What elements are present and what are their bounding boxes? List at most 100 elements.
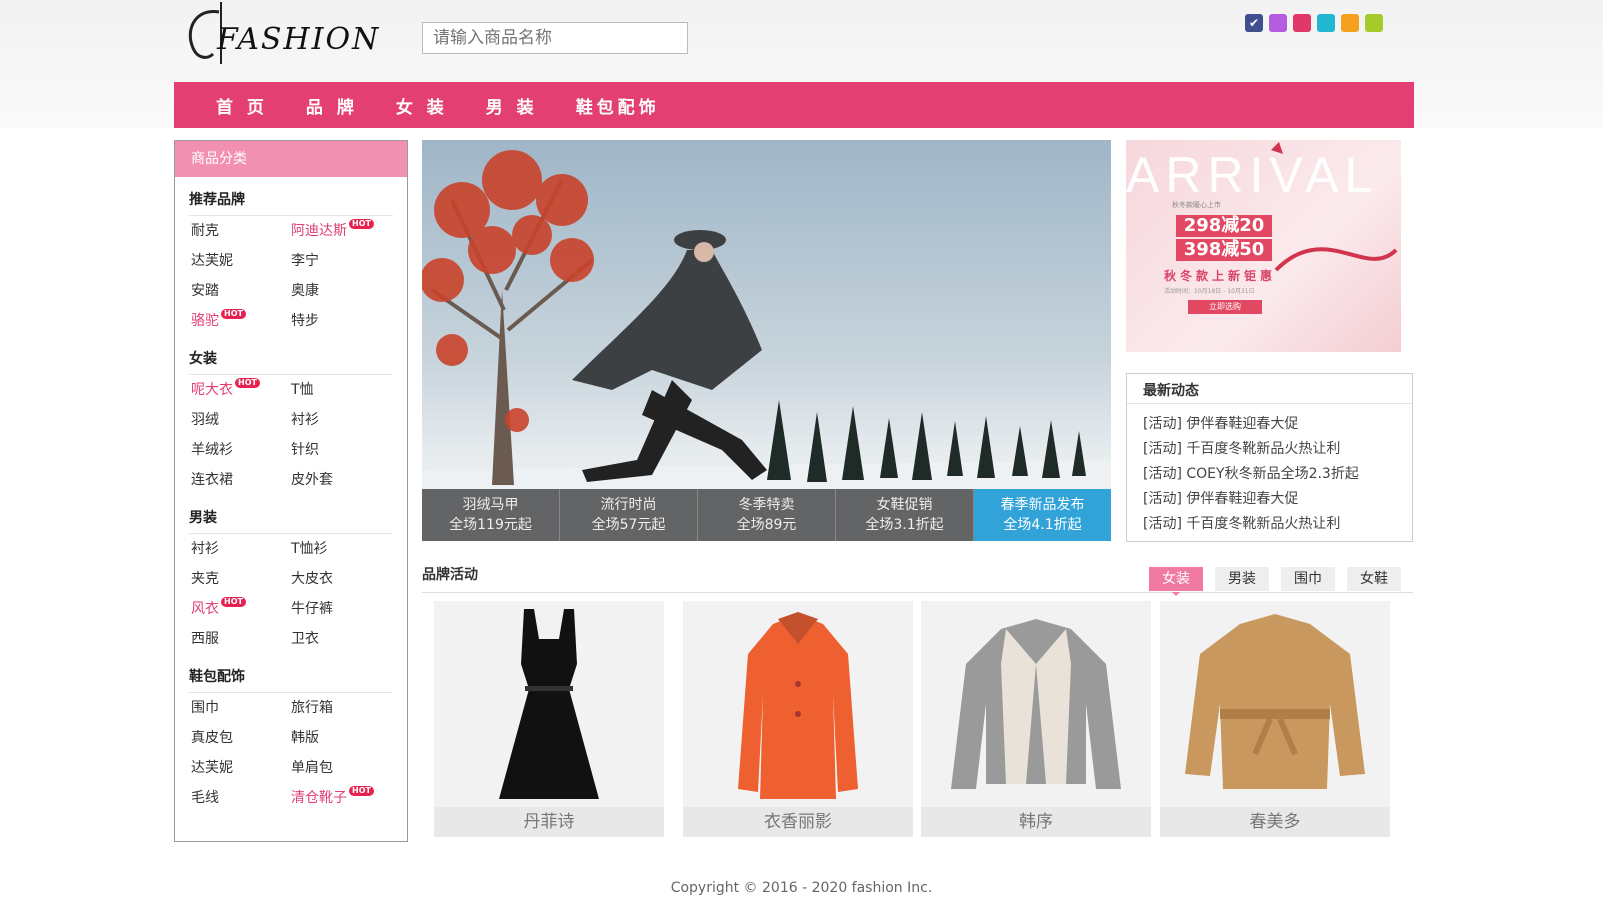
nav-item-2[interactable]: 女 装 [396,93,448,118]
promo-deal-1: 298减20 [1176,215,1272,237]
category-link[interactable]: 安踏 [191,276,291,306]
category-label: 耐克 [191,223,219,239]
category-items: 衬衫 T恤衫夹克 大皮衣 风衣 HOT 牛仔裤 西服 卫衣 [189,534,393,654]
promo-shop-button[interactable]: 立即选购 [1188,300,1262,314]
product-name[interactable]: 春美多 [1160,807,1390,837]
gray-coat-image[interactable] [921,601,1151,807]
category-link[interactable]: T恤衫 [291,534,391,564]
black-dress-image[interactable] [434,601,664,807]
category-group: 鞋包配饰 围巾 旅行箱 真皮包 韩版 达芙妮 单肩包 毛线 清仓靴子 HOT [189,654,393,813]
category-link[interactable]: 围巾 [191,693,291,723]
category-link[interactable]: T恤 [291,375,391,405]
news-item[interactable]: [活动] 伊伴春鞋迎春大促 [1143,412,1412,437]
category-label: 达芙妮 [191,253,233,269]
product-name[interactable]: 丹菲诗 [434,807,664,837]
site-logo[interactable]: FASHION [185,0,385,70]
category-label: 羊绒衫 [191,442,233,458]
product-name[interactable]: 韩序 [921,807,1151,837]
category-link[interactable]: 皮外套 [291,465,391,495]
category-link[interactable]: 特步 [291,306,391,336]
category-title: 推荐品牌 [189,177,393,216]
orange-coat-image[interactable] [683,601,913,807]
category-link[interactable]: 西服 [191,624,291,654]
brand-tab[interactable]: 女鞋 [1347,567,1401,591]
banner-tab[interactable]: 女鞋促销 全场3.1折起 [836,489,974,541]
category-link[interactable]: 阿迪达斯 HOT [291,216,391,246]
promo-tagline: 秋冬款暖心上市 [1172,201,1221,209]
nav-item-0[interactable]: 首 页 [216,93,268,118]
category-link[interactable]: 奥康 [291,276,391,306]
category-link[interactable]: 旅行箱 [291,693,391,723]
news-item[interactable]: [活动] 伊伴春鞋迎春大促 [1143,487,1412,512]
hot-badge: HOT [235,378,260,388]
category-title: 男装 [189,495,393,534]
banner-tab[interactable]: 羽绒马甲 全场119元起 [422,489,560,541]
skin-swatch-cyan[interactable] [1317,14,1335,32]
category-link[interactable]: 真皮包 [191,723,291,753]
skin-swatch-pink[interactable] [1293,14,1311,32]
nav-item-3[interactable]: 男 装 [486,93,538,118]
hot-badge: HOT [221,597,246,607]
category-label: 李宁 [291,253,319,269]
main-nav: 首 页 品 牌 女 装 男 装 鞋包配饰 [174,82,1414,128]
category-link[interactable]: 夹克 [191,564,291,594]
category-link[interactable]: 针织 [291,435,391,465]
category-label: 衬衫 [291,412,319,428]
brand-tab[interactable]: 男装 [1215,567,1269,591]
nav-item-4[interactable]: 鞋包配饰 [576,93,660,118]
search-input[interactable] [422,22,688,54]
category-list: 推荐品牌 耐克 阿迪达斯 HOT 达芙妮 李宁 安踏 奥康 骆驼 HOT 特步 女装 呢大衣 HOT T恤羽… [175,177,407,813]
banner-tab-title: 冬季特卖 [738,497,795,513]
skin-swatch-navy[interactable]: ✔ [1245,14,1263,32]
category-label: 夹克 [191,571,219,587]
banner-tab-title: 女鞋促销 [876,497,933,513]
product-card[interactable]: 丹菲诗 [434,601,664,837]
category-link[interactable]: 清仓靴子 HOT [291,783,391,813]
news-item[interactable]: [活动] COEY秋冬新品全场2.3折起 [1143,462,1412,487]
category-label: 韩版 [291,730,319,746]
banner-tab-subtitle: 全场119元起 [449,517,532,533]
category-link[interactable]: 衬衫 [191,534,291,564]
promo-ad[interactable]: ARRIVAL 秋冬款暖心上市 298减20 398减50 秋冬款上新钜惠 活动… [1126,140,1401,352]
category-link[interactable]: 达芙妮 [191,246,291,276]
skin-swatch-purple[interactable] [1269,14,1287,32]
category-link[interactable]: 韩版 [291,723,391,753]
skin-swatch-orange[interactable] [1341,14,1359,32]
category-link[interactable]: 连衣裙 [191,465,291,495]
category-link[interactable]: 衬衫 [291,405,391,435]
category-link[interactable]: 呢大衣 HOT [191,375,291,405]
skin-swatch-green[interactable] [1365,14,1383,32]
category-link[interactable]: 达芙妮 [191,753,291,783]
banner-illustration [422,150,1111,541]
product-name[interactable]: 衣香丽影 [683,807,913,837]
banner-tab[interactable]: 流行时尚 全场57元起 [560,489,698,541]
category-label: T恤 [291,382,314,398]
category-link[interactable]: 羽绒 [191,405,291,435]
news-item[interactable]: [活动] 千百度冬靴新品火热让利 [1143,512,1412,537]
camel-coat-image[interactable] [1160,601,1390,807]
brand-tab[interactable]: 女装 [1149,567,1203,596]
banner-tab[interactable]: 冬季特卖 全场89元 [698,489,836,541]
product-card[interactable]: 衣香丽影 [683,601,913,837]
category-link[interactable]: 羊绒衫 [191,435,291,465]
brand-tab[interactable]: 围巾 [1281,567,1335,591]
product-card[interactable]: 韩序 [921,601,1151,837]
banner-tab[interactable]: 春季新品发布 全场4.1折起 [974,489,1111,541]
category-link[interactable]: 耐克 [191,216,291,246]
category-link[interactable]: 风衣 HOT [191,594,291,624]
category-link[interactable]: 卫衣 [291,624,391,654]
category-link[interactable]: 牛仔裤 [291,594,391,624]
hero-banner[interactable]: 羽绒马甲 全场119元起 流行时尚 全场57元起 冬季特卖 全场89元 女鞋促销 全场3.1折… [422,140,1111,541]
brand-section-header: 品牌活动 女装 男装 围巾 女鞋 [422,558,1413,596]
product-card[interactable]: 春美多 [1160,601,1390,837]
category-link[interactable]: 大皮衣 [291,564,391,594]
banner-tab-title: 流行时尚 [600,497,657,513]
category-label: 卫衣 [291,631,319,647]
news-item[interactable]: [活动] 千百度冬靴新品火热让利 [1143,437,1412,462]
category-link[interactable]: 毛线 [191,783,291,813]
category-link[interactable]: 骆驼 HOT [191,306,291,336]
nav-item-1[interactable]: 品 牌 [306,93,358,118]
category-link[interactable]: 李宁 [291,246,391,276]
category-link[interactable]: 单肩包 [291,753,391,783]
sidebar-heading: 商品分类 [175,141,407,177]
